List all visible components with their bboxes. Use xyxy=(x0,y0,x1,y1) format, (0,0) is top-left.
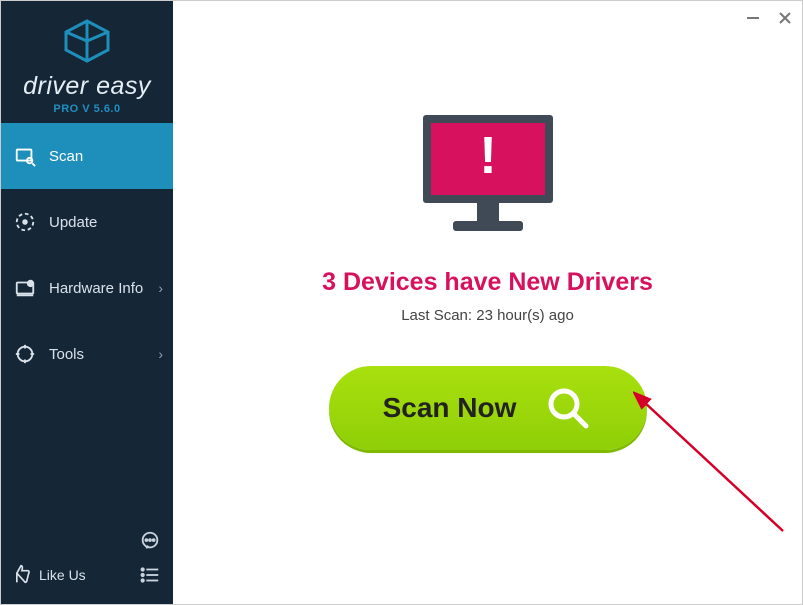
scan-now-label: Scan Now xyxy=(383,392,517,424)
brand-name: driver easy xyxy=(11,72,163,101)
sidebar-item-hardware-info[interactable]: i Hardware Info › xyxy=(1,255,173,321)
sidebar-item-label: Update xyxy=(49,214,97,231)
scan-now-button[interactable]: Scan Now xyxy=(329,366,647,450)
sidebar-nav: Scan Update xyxy=(1,123,173,516)
chevron-right-icon: › xyxy=(158,346,163,362)
sidebar-item-label: Hardware Info xyxy=(49,280,143,297)
main-panel: ! 3 Devices have New Drivers Last Scan: … xyxy=(173,1,802,604)
magnifier-icon xyxy=(544,384,592,432)
sidebar-item-tools[interactable]: Tools › xyxy=(1,321,173,387)
like-us-label: Like Us xyxy=(39,567,86,583)
sidebar-bottom: Like Us xyxy=(1,516,173,604)
sidebar: driver easy PRO V 5.6.0 Scan xyxy=(1,1,173,604)
brand-logo-icon xyxy=(62,19,112,68)
hardware-icon: i xyxy=(13,276,37,300)
app-root: driver easy PRO V 5.6.0 Scan xyxy=(1,1,802,604)
chevron-right-icon: › xyxy=(158,280,163,296)
thumbs-up-icon xyxy=(11,564,31,587)
like-us-button[interactable]: Like Us xyxy=(11,564,86,587)
scan-icon xyxy=(13,144,37,168)
svg-text:!: ! xyxy=(479,127,496,185)
sidebar-item-update[interactable]: Update xyxy=(1,189,173,255)
feedback-icon[interactable] xyxy=(137,528,163,554)
monitor-alert-icon: ! xyxy=(413,109,563,244)
tools-icon xyxy=(13,342,37,366)
menu-list-icon[interactable] xyxy=(137,562,163,588)
headline-text: 3 Devices have New Drivers xyxy=(322,268,653,297)
update-icon xyxy=(13,210,37,234)
minimize-button[interactable] xyxy=(742,7,764,29)
brand-block: driver easy PRO V 5.6.0 xyxy=(1,1,173,123)
sidebar-item-label: Tools xyxy=(49,346,84,363)
sidebar-item-label: Scan xyxy=(49,148,83,165)
brand-version: PRO V 5.6.0 xyxy=(11,103,163,115)
sidebar-item-scan[interactable]: Scan xyxy=(1,123,173,189)
window-controls xyxy=(742,7,796,29)
annotation-arrow xyxy=(633,391,793,551)
last-scan-text: Last Scan: 23 hour(s) ago xyxy=(401,307,574,324)
close-button[interactable] xyxy=(774,7,796,29)
